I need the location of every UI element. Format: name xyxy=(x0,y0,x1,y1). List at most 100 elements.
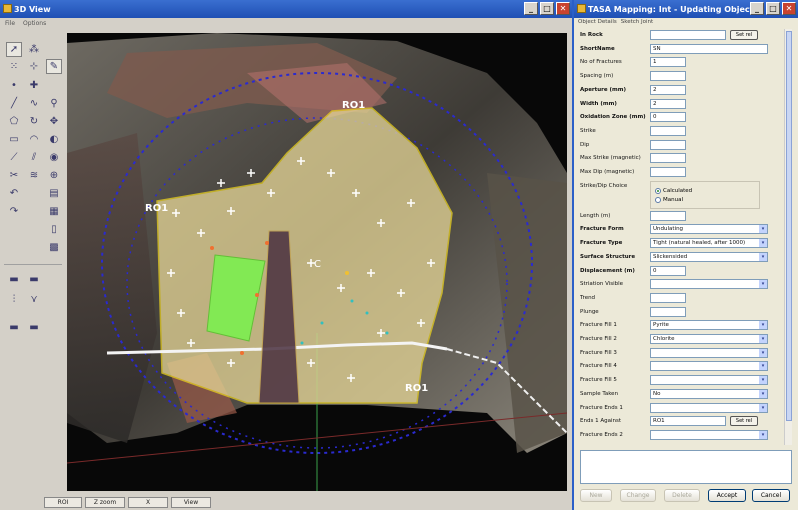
field-input[interactable] xyxy=(650,125,686,136)
close-button[interactable]: ✕ xyxy=(556,2,570,15)
measure-icon[interactable]: ⟋ xyxy=(6,150,22,165)
field-input[interactable]: 2 xyxy=(650,98,686,109)
expand-icon[interactable]: ⋎ xyxy=(26,292,42,307)
field-select[interactable]: Slickensided ▾ xyxy=(650,251,768,262)
light-icon[interactable]: ◐ xyxy=(46,132,62,147)
chevron-down-icon[interactable]: ▾ xyxy=(759,389,767,398)
delete-button[interactable]: Delete xyxy=(664,489,700,502)
radio-option[interactable]: Manual xyxy=(655,196,683,203)
field-input[interactable] xyxy=(650,153,686,164)
draw-rect-icon[interactable]: ▭ xyxy=(6,132,22,147)
draw-point-icon[interactable]: • xyxy=(6,78,22,93)
pan-icon[interactable]: ✥ xyxy=(46,114,62,129)
redo-icon[interactable]: ↷ xyxy=(6,204,22,219)
set-rel-button[interactable]: Set rel xyxy=(730,30,758,40)
section-icon[interactable]: ⫽ xyxy=(26,150,42,165)
rotate-icon[interactable]: ↻ xyxy=(26,114,42,129)
field-input[interactable]: 2 xyxy=(650,84,686,95)
chevron-down-icon[interactable]: ▾ xyxy=(759,430,767,439)
change-button[interactable]: Change xyxy=(620,489,656,502)
accept-button[interactable]: Accept xyxy=(708,489,746,502)
menu-file[interactable]: File xyxy=(5,18,15,29)
fit-view-icon[interactable]: ⊕ xyxy=(46,168,62,183)
3d-scene[interactable]: RO1 RO1 RO1 C xyxy=(67,33,567,491)
select-arrow-icon[interactable]: ➚ xyxy=(6,42,22,57)
field-select[interactable]: No ▾ xyxy=(650,388,768,399)
radio-option[interactable]: Calculated xyxy=(655,187,692,194)
view-titlebar[interactable]: 3D View _ □ ✕ xyxy=(0,0,572,18)
layer-icon[interactable]: ▤ xyxy=(46,186,62,201)
zoom-icon[interactable]: ⚲ xyxy=(46,96,62,111)
document-icon[interactable]: ▯ xyxy=(46,222,62,237)
field-input[interactable] xyxy=(650,71,686,82)
chevron-down-icon[interactable]: ▾ xyxy=(759,348,767,357)
dialog-minimize-button[interactable]: _ xyxy=(750,2,764,15)
field-select[interactable]: ▾ xyxy=(650,361,768,372)
menu-options[interactable]: Options xyxy=(23,18,46,29)
chevron-down-icon[interactable]: ▾ xyxy=(759,280,767,289)
chevron-down-icon[interactable]: ▾ xyxy=(759,225,767,234)
field-input[interactable]: RO1 xyxy=(650,416,726,427)
scissors-icon[interactable]: ✂ xyxy=(6,168,22,183)
minimize-button[interactable]: _ xyxy=(524,2,538,15)
statusbar-view[interactable]: View xyxy=(171,496,211,508)
bar-icon-2[interactable]: ▬ xyxy=(26,272,42,287)
scrollbar-thumb[interactable] xyxy=(786,31,792,421)
move-points-icon[interactable]: ⁙ xyxy=(6,59,22,74)
field-select[interactable]: ▾ xyxy=(650,375,768,386)
chevron-down-icon[interactable]: ▾ xyxy=(759,403,767,412)
bar-icon-4[interactable]: ▬ xyxy=(26,320,42,335)
draw-curve-icon[interactable]: ∿ xyxy=(26,96,42,111)
bar-icon[interactable]: ▬ xyxy=(6,272,22,287)
field-input[interactable]: 0 xyxy=(650,112,686,123)
field-input[interactable] xyxy=(650,306,686,317)
camera-icon[interactable]: ◉ xyxy=(46,150,62,165)
multi-select-icon[interactable]: ⁂ xyxy=(26,42,42,57)
dialog-close-button[interactable]: ✕ xyxy=(782,2,796,15)
field-input[interactable]: 1 xyxy=(650,57,686,68)
tab-object-details[interactable]: Object Details xyxy=(578,19,617,28)
field-select[interactable]: ▾ xyxy=(650,402,768,413)
3d-viewport[interactable]: RO1 RO1 RO1 C xyxy=(67,33,567,491)
dialog-titlebar[interactable]: TASA Mapping: Int - Updating Object _ □ … xyxy=(574,0,798,18)
field-input[interactable]: SN xyxy=(650,43,768,54)
cancel-button[interactable]: Cancel xyxy=(752,489,790,502)
field-select[interactable]: ▾ xyxy=(650,279,768,290)
field-input[interactable]: 0 xyxy=(650,265,686,276)
field-input[interactable] xyxy=(650,210,686,221)
field-input[interactable] xyxy=(650,139,686,150)
pen-edit-icon[interactable]: ✎ xyxy=(46,59,62,74)
undo-icon[interactable]: ↶ xyxy=(6,186,22,201)
field-input[interactable] xyxy=(650,30,726,40)
statusbar-x[interactable]: X xyxy=(128,496,168,508)
field-select[interactable]: Chlorite ▾ xyxy=(650,334,768,344)
form-scrollbar[interactable] xyxy=(784,29,792,445)
field-select[interactable]: Pyrite ▾ xyxy=(650,320,768,331)
split-icon[interactable]: ≋ xyxy=(26,168,42,183)
field-select[interactable]: Undulating ▾ xyxy=(650,224,768,235)
radio-dot-icon[interactable] xyxy=(655,196,661,203)
field-input[interactable] xyxy=(650,167,686,177)
tab-sketch-joint[interactable]: Sketch Joint xyxy=(621,19,653,28)
statusbar-zoom[interactable]: Z zoom xyxy=(85,496,125,508)
field-select[interactable]: ▾ xyxy=(650,429,768,440)
chevron-down-icon[interactable]: ▾ xyxy=(759,252,767,261)
chevron-down-icon[interactable]: ▾ xyxy=(759,239,767,248)
dialog-maximize-button[interactable]: □ xyxy=(766,2,780,15)
grid-icon[interactable]: ▦ xyxy=(46,204,62,219)
node-edit-icon[interactable]: ⊹ xyxy=(26,59,42,74)
chevron-down-icon[interactable]: ▾ xyxy=(759,335,767,343)
chevron-down-icon[interactable]: ▾ xyxy=(759,362,767,371)
draw-arc-icon[interactable]: ◠ xyxy=(26,132,42,147)
new-button[interactable]: New xyxy=(580,489,612,502)
draw-polygon-icon[interactable]: ⬠ xyxy=(6,114,22,129)
radio-dot-icon[interactable] xyxy=(655,187,661,194)
field-select[interactable]: Tight (natural healed, after 1000) ▾ xyxy=(650,238,768,249)
field-select[interactable]: ▾ xyxy=(650,347,768,358)
set-rel-button[interactable]: Set rel xyxy=(730,416,758,427)
notes-textarea[interactable] xyxy=(580,450,792,484)
table-icon[interactable]: ▩ xyxy=(46,240,62,255)
draw-line-icon[interactable]: ╱ xyxy=(6,96,22,111)
statusbar-roi[interactable]: ROI xyxy=(44,496,82,508)
slider-icon[interactable]: ⫶ xyxy=(6,292,22,307)
